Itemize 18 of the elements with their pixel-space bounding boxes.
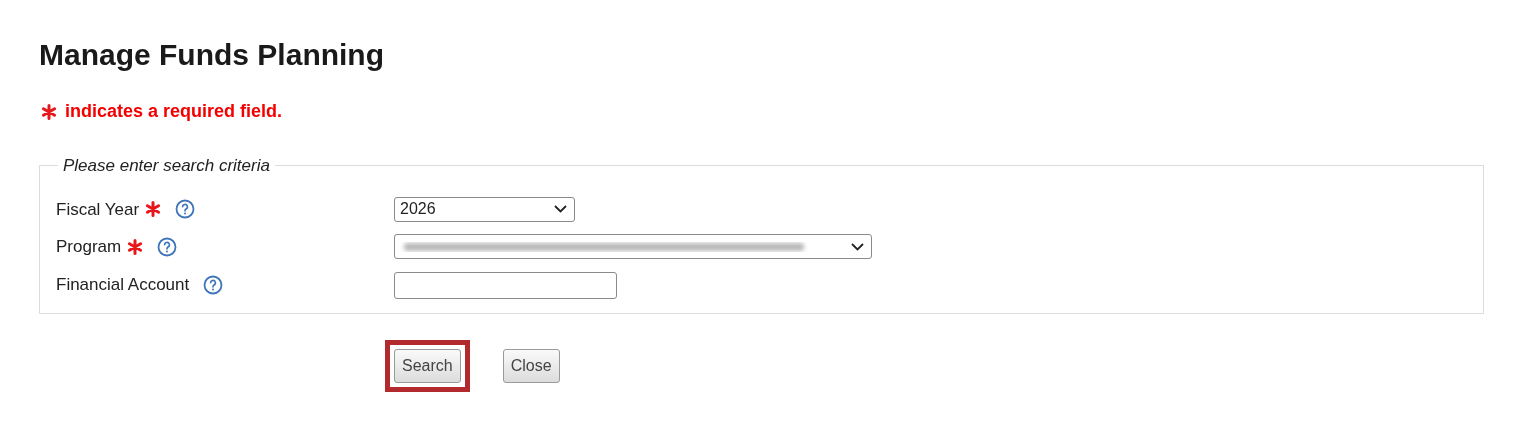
chevron-icon xyxy=(554,205,567,214)
field-label: Program xyxy=(56,236,122,258)
action-button[interactable]: Search xyxy=(394,348,461,383)
panel-legend: Please enter search criteria xyxy=(58,153,275,179)
asterisk-icon xyxy=(41,103,57,120)
dropdown[interactable] xyxy=(394,234,872,260)
field-label: Financial Account xyxy=(56,274,190,297)
dropdown[interactable]: 2026 xyxy=(394,196,575,222)
dropdown-value: 2026 xyxy=(400,199,436,220)
field-label: Fiscal Year xyxy=(56,198,140,221)
required-note: indicates a required field. xyxy=(65,100,283,123)
chevron-icon xyxy=(851,242,864,251)
help-icon[interactable] xyxy=(175,199,196,220)
help-icon[interactable] xyxy=(203,275,224,295)
action-button[interactable]: Close xyxy=(502,348,560,383)
help-icon[interactable] xyxy=(157,236,178,257)
page-title: Manage Funds Planning xyxy=(39,37,385,73)
input-field[interactable] xyxy=(394,271,617,299)
